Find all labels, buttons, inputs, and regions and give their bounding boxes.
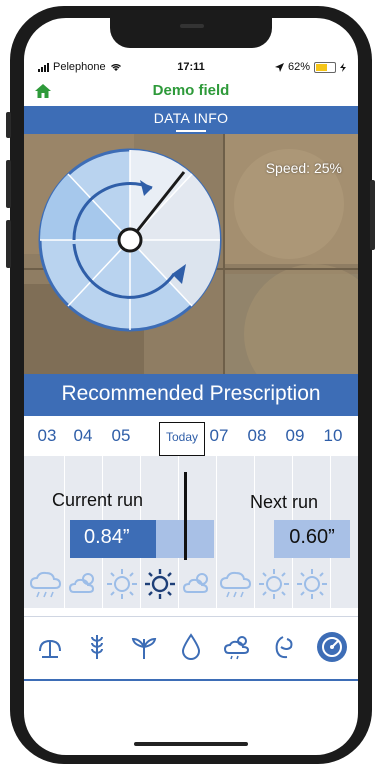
charging-icon — [340, 62, 346, 72]
power-button — [370, 180, 375, 250]
next-run-label: Next run — [250, 492, 319, 512]
field-map: Speed: 25% — [24, 134, 358, 384]
cloudy-sun-icon — [180, 566, 216, 602]
current-run-value: 0.84” — [84, 526, 130, 548]
prescription-title: Recommended Prescription — [61, 382, 321, 405]
volume-up-button — [6, 160, 11, 208]
wheat-icon[interactable] — [81, 631, 113, 663]
tab-underline — [176, 130, 206, 132]
day-selector: 03 04 05 Today 07 08 09 10 — [24, 416, 358, 456]
sun-icon — [256, 566, 292, 602]
data-info-label: DATA INFO — [153, 110, 229, 126]
status-bar: Pelephone 17:11 62% — [24, 58, 358, 76]
today-label: Today — [165, 430, 199, 444]
screen: Pelephone 17:11 62% Demo field DATA INFO — [24, 18, 358, 755]
sun-icon — [294, 566, 330, 602]
day-10[interactable]: 10 — [316, 426, 350, 446]
speed-readout: Speed: 25% — [265, 160, 342, 176]
battery-percent: 62% — [287, 61, 310, 73]
current-run-bar: 0.84” — [70, 520, 214, 558]
day-07[interactable]: 07 — [202, 426, 236, 446]
location-arrow-icon — [274, 62, 284, 72]
day-03[interactable]: 03 — [30, 426, 64, 446]
battery-icon — [314, 61, 336, 73]
day-09[interactable]: 09 — [278, 426, 312, 446]
day-04[interactable]: 04 — [66, 426, 100, 446]
weather-icon[interactable] — [222, 631, 254, 663]
volume-down-button — [6, 220, 11, 268]
next-run-value: 0.60” — [289, 526, 335, 548]
cloudy-sun-icon — [66, 566, 102, 602]
day-today[interactable]: Today — [159, 422, 205, 456]
app-header: Demo field — [24, 78, 358, 104]
irrigation-target-icon[interactable] — [316, 631, 348, 663]
data-info-tab[interactable]: DATA INFO — [24, 106, 358, 134]
prescription-header: Recommended Prescription — [24, 374, 358, 416]
sun-icon — [104, 566, 140, 602]
plant-icon[interactable] — [128, 631, 160, 663]
day-05[interactable]: 05 — [104, 426, 138, 446]
sun-icon — [142, 566, 178, 602]
notch — [110, 18, 272, 48]
home-indicator — [134, 742, 248, 746]
battery-fill — [316, 63, 328, 71]
day-08[interactable]: 08 — [240, 426, 274, 446]
mute-switch — [6, 112, 11, 138]
current-run-label: Current run — [52, 490, 144, 510]
rain-cloud-icon — [28, 566, 64, 602]
water-drop-icon[interactable] — [175, 631, 207, 663]
page-title: Demo field — [152, 82, 230, 99]
weather-row — [24, 562, 358, 606]
speaker — [180, 24, 204, 28]
rain-cloud-icon — [218, 566, 254, 602]
bottom-nav — [24, 616, 358, 681]
today-divider — [184, 472, 187, 560]
pivot-icon[interactable] — [34, 631, 66, 663]
next-run-bar: 0.60” — [274, 520, 350, 558]
crop-icon[interactable] — [269, 631, 301, 663]
